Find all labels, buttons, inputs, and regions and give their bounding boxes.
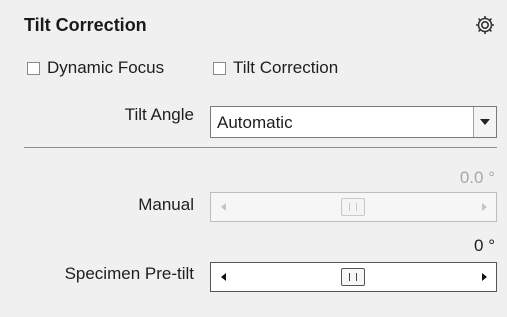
pretilt-value: 0 ° [474, 236, 495, 255]
tilt-angle-value: Automatic [217, 113, 293, 132]
section-divider [24, 147, 497, 148]
dropdown-button[interactable] [473, 107, 496, 137]
slider-thumb[interactable] [341, 198, 365, 216]
dynamic-focus-checkbox[interactable]: Dynamic Focus [27, 56, 164, 80]
checkbox-box[interactable] [27, 61, 40, 75]
slider-left-arrow-icon[interactable] [215, 263, 231, 291]
panel-title: Tilt Correction [24, 15, 147, 35]
tilt-correction-checkbox[interactable]: Tilt Correction [213, 56, 338, 80]
dynamic-focus-label: Dynamic Focus [47, 58, 165, 77]
slider-left-arrow-icon[interactable] [215, 193, 231, 221]
tilt-angle-label: Tilt Angle [124, 105, 194, 124]
manual-slider[interactable] [210, 192, 497, 222]
manual-label: Manual [138, 195, 194, 214]
tilt-angle-select[interactable]: Automatic [210, 106, 497, 138]
settings-gear-icon[interactable] [473, 13, 497, 37]
manual-value: 0.0 ° [459, 168, 495, 187]
slider-right-arrow-icon[interactable] [476, 193, 492, 221]
slider-right-arrow-icon[interactable] [476, 263, 492, 291]
pretilt-label: Specimen Pre-tilt [64, 264, 194, 283]
tilt-correction-label: Tilt Correction [233, 58, 339, 77]
pretilt-slider[interactable] [210, 262, 497, 292]
checkbox-box[interactable] [213, 61, 226, 75]
chevron-down-icon [480, 119, 490, 125]
slider-thumb[interactable] [341, 268, 365, 286]
